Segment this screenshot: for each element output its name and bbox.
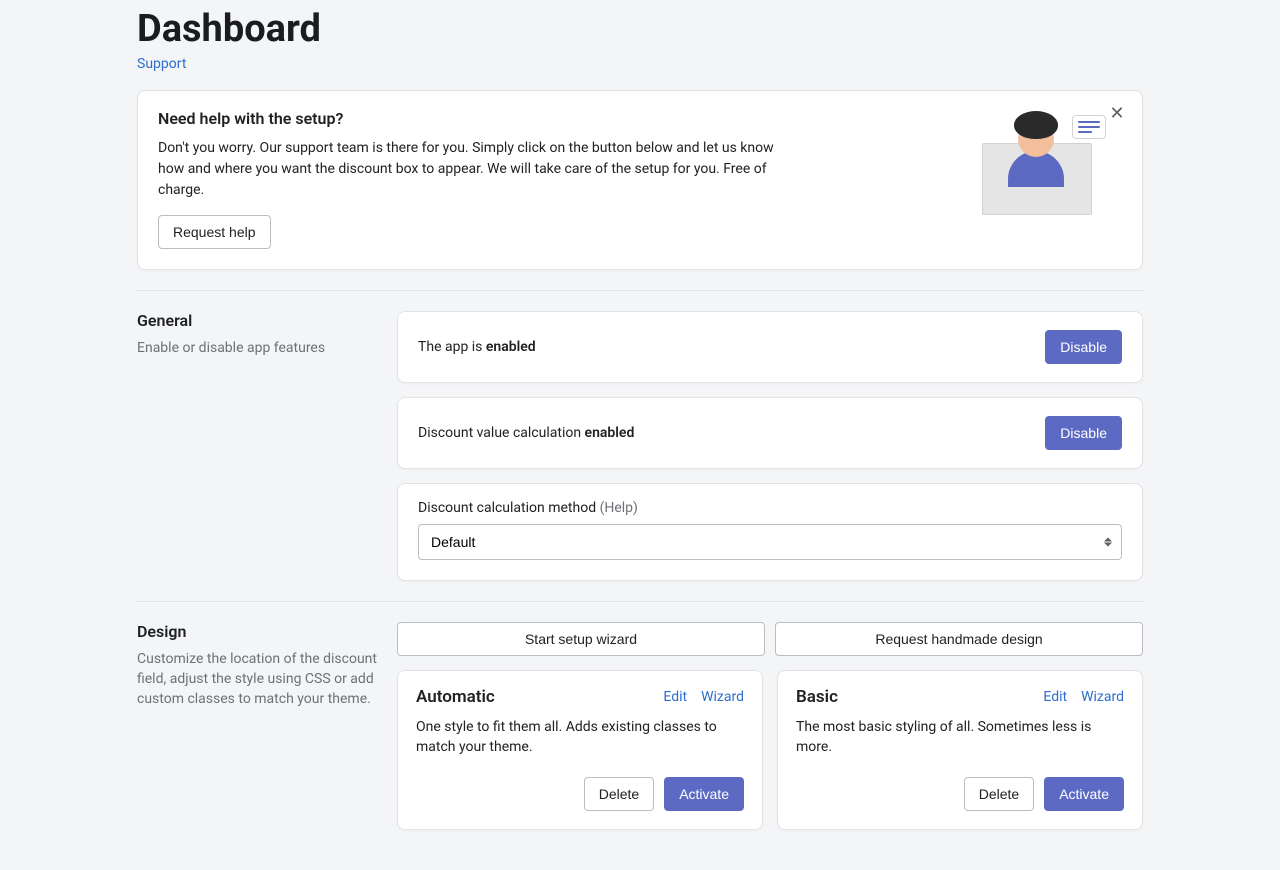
design-desc: Customize the location of the discount f… <box>137 649 377 710</box>
calc-disable-button[interactable]: Disable <box>1045 416 1122 450</box>
calc-status-card: Discount value calculation enabled Disab… <box>397 397 1143 469</box>
section-design: Design Customize the location of the dis… <box>137 622 1143 831</box>
help-banner-body: Don't you worry. Our support team is the… <box>158 138 778 201</box>
help-illustration <box>982 115 1102 215</box>
general-desc: Enable or disable app features <box>137 338 377 358</box>
design-wizard-link[interactable]: Wizard <box>1081 689 1124 705</box>
help-banner: Need help with the setup? Don't you worr… <box>137 90 1143 270</box>
calc-method-select[interactable]: Default <box>418 524 1122 560</box>
design-card-name: Automatic <box>416 687 495 707</box>
calc-method-card: Discount calculation method (Help) Defau… <box>397 483 1143 581</box>
design-edit-link[interactable]: Edit <box>1043 689 1067 705</box>
page-title: Dashboard <box>137 0 1143 52</box>
app-status-card: The app is enabled Disable <box>397 311 1143 383</box>
design-card-desc: One style to fit them all. Adds existing… <box>416 717 744 758</box>
design-card-basic: Basic Edit Wizard The most basic styling… <box>777 670 1143 831</box>
design-activate-button[interactable]: Activate <box>1044 777 1124 811</box>
design-delete-button[interactable]: Delete <box>964 777 1034 811</box>
app-disable-button[interactable]: Disable <box>1045 330 1122 364</box>
calc-method-help-link[interactable]: (Help) <box>600 500 638 516</box>
app-status-state: enabled <box>486 339 536 355</box>
calc-status-prefix: Discount value calculation <box>418 425 585 441</box>
section-general: General Enable or disable app features T… <box>137 311 1143 581</box>
design-card-desc: The most basic styling of all. Sometimes… <box>796 717 1124 758</box>
design-edit-link[interactable]: Edit <box>663 689 687 705</box>
design-card-automatic: Automatic Edit Wizard One style to fit t… <box>397 670 763 831</box>
help-banner-title: Need help with the setup? <box>158 109 962 128</box>
close-icon[interactable]: ✕ <box>1106 103 1128 125</box>
calc-status-text: Discount value calculation enabled <box>418 425 634 441</box>
request-help-button[interactable]: Request help <box>158 215 271 249</box>
start-wizard-button[interactable]: Start setup wizard <box>397 622 765 656</box>
app-status-text: The app is enabled <box>418 339 536 355</box>
design-activate-button[interactable]: Activate <box>664 777 744 811</box>
app-status-prefix: The app is <box>418 339 486 355</box>
general-title: General <box>137 311 377 330</box>
calc-status-state: enabled <box>585 425 635 441</box>
support-link[interactable]: Support <box>137 56 186 72</box>
request-handmade-button[interactable]: Request handmade design <box>775 622 1143 656</box>
design-delete-button[interactable]: Delete <box>584 777 654 811</box>
section-divider <box>137 601 1143 602</box>
design-wizard-link[interactable]: Wizard <box>701 689 744 705</box>
calc-method-label: Discount calculation method (Help) <box>418 500 1122 516</box>
calc-method-label-text: Discount calculation method <box>418 500 600 516</box>
design-card-name: Basic <box>796 687 838 707</box>
section-divider <box>137 290 1143 291</box>
design-title: Design <box>137 622 377 641</box>
